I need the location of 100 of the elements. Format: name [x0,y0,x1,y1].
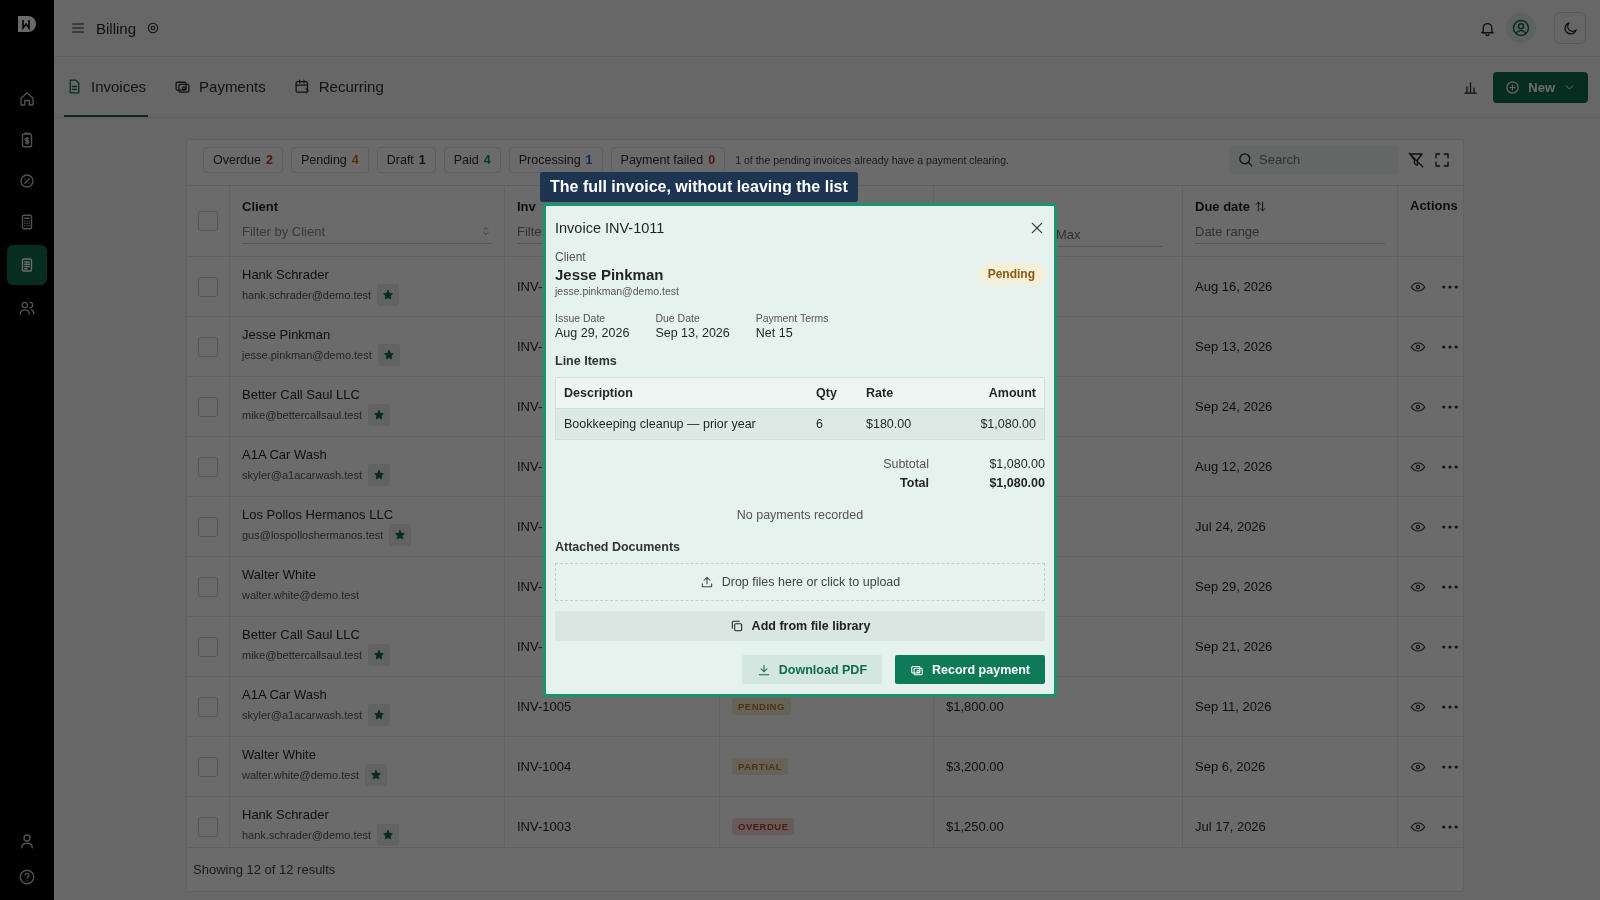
user-icon [18,832,36,850]
star-icon [382,829,395,841]
filter-chip[interactable]: Payment failed 0 [610,146,726,173]
user-circle-icon [1511,18,1531,38]
add-from-library-button[interactable]: Add from file library [555,611,1045,641]
date-range-filter[interactable]: Date range [1195,219,1385,244]
invoice-number: INV- [517,459,543,474]
subtotal-label: Subtotal [882,457,929,471]
due-date: Jul 24, 2026 [1195,519,1266,534]
more-icon [1442,344,1458,349]
star-badge[interactable] [368,404,390,426]
more-button[interactable] [1442,644,1458,649]
filter-chip[interactable]: Draft 1 [376,146,436,173]
due-date: Jul 17, 2026 [1195,819,1266,834]
more-button[interactable] [1442,704,1458,709]
upload-dropzone[interactable]: Drop files here or click to upload [555,563,1045,601]
more-button[interactable] [1442,764,1458,769]
star-badge[interactable] [377,284,400,306]
section-title: Line Items [555,354,618,368]
invoice-number: INV- [517,399,543,414]
client-email: walter.white@demo.test [242,589,359,601]
filter-chip[interactable]: Overdue 2 [203,146,283,173]
close-button[interactable] [1029,220,1045,236]
client-name: Better Call Saul LLC [242,387,361,402]
more-icon [1442,644,1458,649]
row-checkbox[interactable] [198,456,218,477]
star-badge[interactable] [389,524,412,546]
column-header: Qty [816,386,838,400]
star-badge[interactable] [368,464,390,486]
filter-chip[interactable]: Processing 1 [508,146,603,173]
field-label: Due Date [655,312,701,324]
invoice-filter[interactable]: Filte [517,219,543,244]
sidebar-item[interactable] [7,245,47,285]
client-email: walter.white@demo.test [242,769,359,781]
status-note: 1 of the pending invoices already have a payment clearing. [735,153,1009,166]
due-date: Aug 16, 2026 [1195,279,1273,294]
row-checkbox[interactable] [198,636,218,657]
star-badge[interactable] [368,644,390,666]
client-name: Hank Schrader [242,807,330,822]
invoice-number: INV- [517,579,543,594]
client-name: Los Pollos Hermanos LLC [242,507,395,522]
row-checkbox[interactable] [198,276,218,297]
more-icon [1442,824,1458,829]
more-button[interactable] [1442,344,1458,349]
invoice-number: INV- [517,519,543,534]
row-checkbox[interactable] [198,516,218,537]
record-payment-button[interactable]: Record payment [895,655,1045,684]
more-button[interactable] [1442,824,1458,829]
due-date: Sep 29, 2026 [1195,579,1273,594]
expand-icon [1433,150,1451,169]
item-rate: $180.00 [866,417,913,431]
more-icon [1442,524,1458,529]
new-button[interactable]: New [1493,71,1588,103]
tab[interactable]: Recurring [291,57,386,117]
chevron-updown-icon [480,225,492,237]
client-email: skyler@a1acarwash.test [242,469,362,481]
more-button[interactable] [1442,284,1458,289]
search-icon [1237,150,1254,168]
star-badge[interactable] [368,704,390,726]
item-description: Bookkeeping cleanup — prior year [564,417,757,431]
more-button[interactable] [1442,584,1458,589]
star-badge[interactable] [377,344,400,366]
client-name: Walter White [242,747,317,762]
column-header[interactable]: Due date [1195,198,1385,214]
amount: $1,800.00 [946,699,1004,714]
more-button[interactable] [1442,404,1458,409]
avatar[interactable] [1506,13,1536,43]
filter-chip[interactable]: Paid 4 [443,146,501,173]
row-checkbox[interactable] [198,756,218,777]
more-button[interactable] [1442,464,1458,469]
more-button[interactable] [1442,524,1458,529]
select-all-checkbox[interactable] [198,211,218,231]
tab[interactable]: Payments [172,57,268,117]
row-checkbox[interactable] [198,816,218,837]
download-pdf-button[interactable]: Download PDF [741,655,883,684]
due-date: Aug 12, 2026 [1195,459,1273,474]
row-checkbox[interactable] [198,576,218,597]
filter-chip[interactable]: Pending 4 [290,146,369,173]
theme-toggle[interactable] [1554,12,1586,44]
row-checkbox[interactable] [198,696,218,717]
star-badge[interactable] [364,764,387,786]
percent-badge-icon [18,172,36,190]
tab[interactable]: Invoices [64,57,149,117]
invoice-number: INV-1003 [517,819,572,834]
more-icon [1442,464,1458,469]
client-email: hank.schrader@demo.test [242,829,372,841]
invoice-number: INV- [517,639,543,654]
star-badge[interactable] [377,824,400,846]
empty-payments-text: No payments recorded [735,508,865,522]
star-icon [369,769,382,781]
field-label: Payment Terms [755,312,829,324]
copy-icon [729,619,744,633]
status-badge: Pending [977,263,1045,285]
more-icon [1442,704,1458,709]
row-checkbox[interactable] [198,336,218,357]
status-badge: OVERDUE [732,818,795,835]
row-checkbox[interactable] [198,396,218,417]
client-name: Jesse Pinkman [242,327,332,342]
client-email: mike@bettercallsaul.test [242,649,362,661]
column-header: Client [242,198,280,214]
